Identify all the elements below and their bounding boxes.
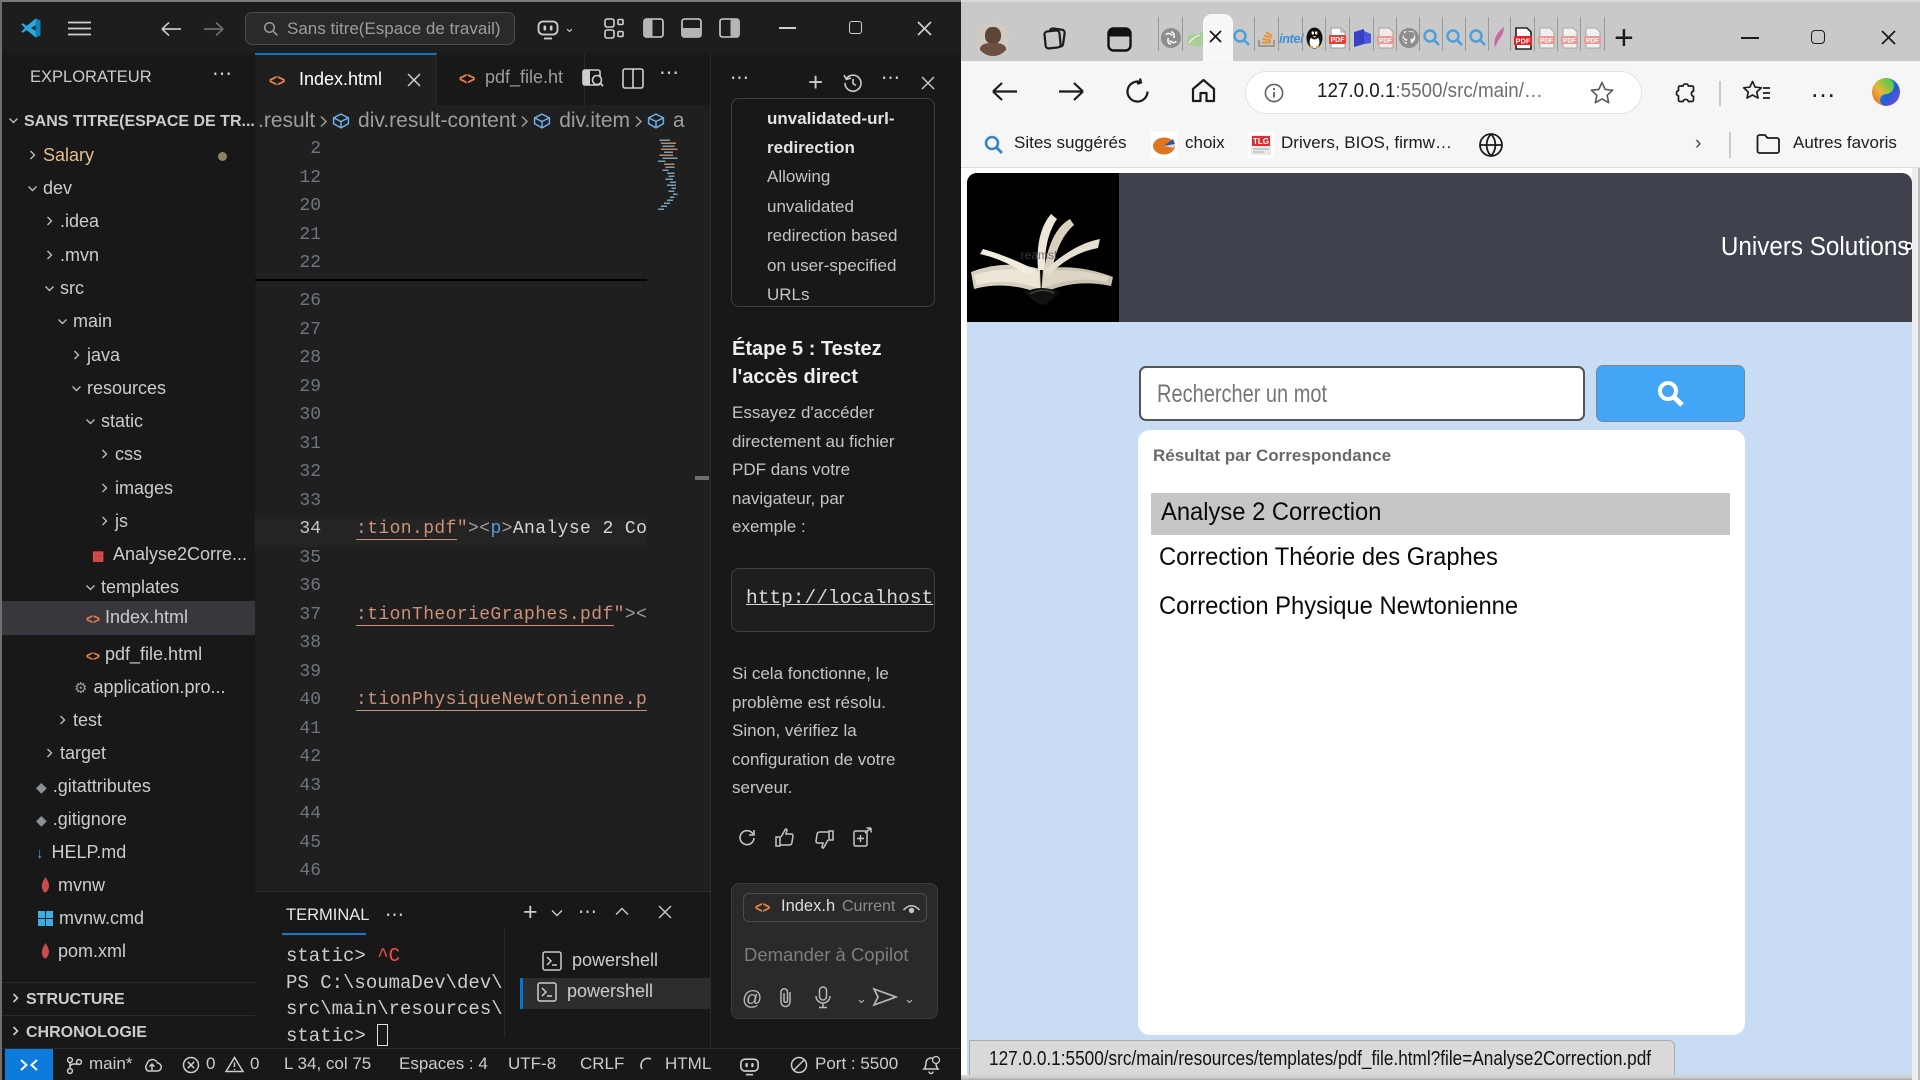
svg-text:PDF: PDF (1516, 36, 1531, 45)
svg-text:reamst: reamst (1021, 248, 1058, 262)
svg-text:PDF: PDF (1563, 37, 1576, 44)
svg-text:PDF: PDF (1586, 37, 1599, 44)
svg-text:TLG: TLG (1253, 137, 1269, 146)
svg-text:PDF: PDF (1331, 37, 1346, 44)
svg-text:PDF: PDF (1379, 37, 1392, 44)
svg-text:PDF: PDF (1540, 37, 1553, 44)
